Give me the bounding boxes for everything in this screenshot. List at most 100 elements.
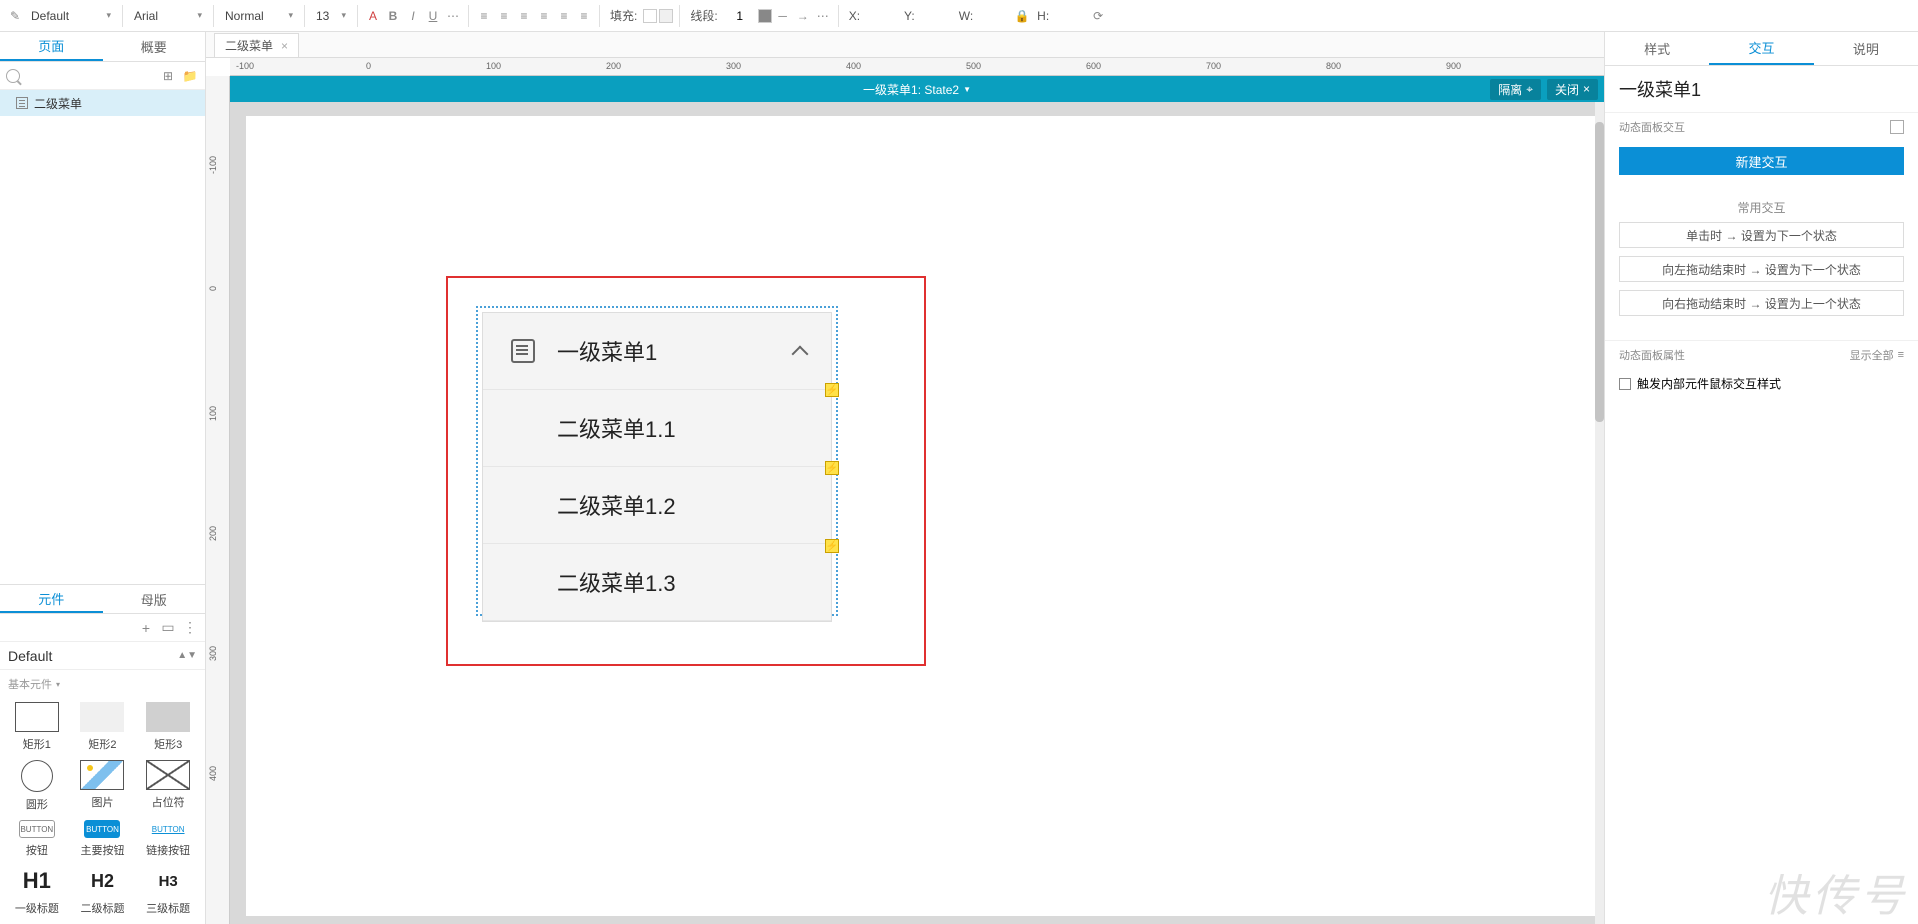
menu-item-level2[interactable]: 二级菜单1.2 <box>483 467 831 544</box>
widget-button[interactable]: BUTTON按钮 <box>4 820 70 858</box>
library-name: Default <box>8 648 52 664</box>
dynamic-panel-outline[interactable]: 一级菜单1 二级菜单1.1 二级菜单1.2 二级菜单1.3 ⚡ ⚡ ⚡ <box>476 306 838 616</box>
font-size-dropdown[interactable]: 13▾ <box>311 6 351 26</box>
more-text-icon[interactable]: ⋯ <box>444 7 462 25</box>
widget-h2[interactable]: H2二级标题 <box>70 866 136 916</box>
stroke-style-icon[interactable]: ─ <box>774 7 792 25</box>
library-menu-icon[interactable]: ⋮ <box>181 619 199 637</box>
font-color-icon[interactable]: A <box>364 7 382 25</box>
tab-outline[interactable]: 概要 <box>103 32 206 61</box>
style-preset-dropdown[interactable]: Default▾ <box>26 6 116 26</box>
widget-search-row: + ▭ ⋮ <box>0 614 205 642</box>
prop-label: 触发内部元件鼠标交互样式 <box>1637 375 1781 392</box>
search-icon[interactable] <box>6 69 20 83</box>
prop-trigger-mouse-styles[interactable]: 触发内部元件鼠标交互样式 <box>1605 369 1918 398</box>
stroke-color-swatch[interactable] <box>758 9 772 23</box>
isolate-button[interactable]: 隔离 ⌖ <box>1490 79 1541 100</box>
canvas-scrollbar[interactable] <box>1595 102 1604 924</box>
section-dp-interactions: 动态面板交互 <box>1605 112 1918 141</box>
tab-widgets[interactable]: 元件 <box>0 585 103 613</box>
eyedropper-icon[interactable]: ✎ <box>6 7 24 25</box>
y-input[interactable] <box>921 9 953 23</box>
chevron-up-icon[interactable] <box>791 343 807 359</box>
widget-h1[interactable]: H1一级标题 <box>4 866 70 916</box>
widget-image[interactable]: 图片 <box>70 760 136 812</box>
widget-grid: 矩形1 矩形2 矩形3 圆形 图片 占位符 BUTTON按钮 BUTTON主要按… <box>0 694 205 924</box>
rotate-icon[interactable]: ⟳ <box>1089 7 1107 25</box>
interaction-badge-icon[interactable]: ⚡ <box>825 383 839 397</box>
h-label: H: <box>1037 9 1049 23</box>
widget-rect1[interactable]: 矩形1 <box>4 702 70 752</box>
y-label: Y: <box>904 9 915 23</box>
library-selector[interactable]: Default ▲▼ <box>0 642 205 670</box>
close-state-button[interactable]: 关闭 × <box>1547 79 1598 100</box>
arrow-style-icon[interactable]: → <box>794 7 812 25</box>
valign-top-icon[interactable]: ≡ <box>535 7 553 25</box>
target-icon: ⌖ <box>1526 82 1533 97</box>
h-input[interactable] <box>1055 9 1087 23</box>
selection-name: 一级菜单1 <box>1605 66 1918 112</box>
menu-item-level1[interactable]: 一级菜单1 <box>483 313 831 390</box>
format-toolbar: ✎ Default▾ Arial▾ Normal▾ 13▾ A B I U ⋯ … <box>0 0 1918 32</box>
widget-rect3[interactable]: 矩形3 <box>135 702 201 752</box>
widget-rect2[interactable]: 矩形2 <box>70 702 136 752</box>
align-right-icon[interactable]: ≡ <box>515 7 533 25</box>
align-left-icon[interactable]: ≡ <box>475 7 493 25</box>
valign-bottom-icon[interactable]: ≡ <box>575 7 593 25</box>
widget-placeholder[interactable]: 占位符 <box>135 760 201 812</box>
interaction-badge-icon[interactable]: ⚡ <box>825 461 839 475</box>
scrollbar-thumb[interactable] <box>1595 122 1604 422</box>
canvas-stage[interactable]: 一级菜单1: State2▼ 隔离 ⌖ 关闭 × 一级菜单1 二级菜单1.1 <box>230 76 1604 924</box>
more-stroke-icon[interactable]: ⋯ <box>814 7 832 25</box>
widget-circle[interactable]: 圆形 <box>4 760 70 812</box>
state-edit-banner: 一级菜单1: State2▼ 隔离 ⌖ 关闭 × <box>230 76 1604 102</box>
fill-opacity-swatch[interactable] <box>659 9 673 23</box>
common-interaction-item[interactable]: 向左拖动结束时 → 设置为下一个状态 <box>1619 256 1904 282</box>
common-interaction-item[interactable]: 单击时 → 设置为下一个状态 <box>1619 222 1904 248</box>
new-interaction-button[interactable]: 新建交互 <box>1619 147 1904 175</box>
canvas-area: 二级菜单 × -100 0 100 200 300 400 500 600 70… <box>206 32 1604 924</box>
ruler-vertical: -100 0 100 200 300 400 <box>206 76 230 924</box>
document-tab[interactable]: 二级菜单 × <box>214 33 299 57</box>
menu-item-level2[interactable]: 二级菜单1.3 <box>483 544 831 621</box>
x-input[interactable] <box>866 9 898 23</box>
common-interactions-label: 常用交互 <box>1605 199 1918 216</box>
widget-primary-button[interactable]: BUTTON主要按钮 <box>70 820 136 858</box>
menu-item-level2[interactable]: 二级菜单1.1 <box>483 390 831 467</box>
add-interaction-icon[interactable] <box>1890 120 1904 134</box>
add-folder-icon[interactable]: 📁 <box>181 67 199 85</box>
tab-masters[interactable]: 母版 <box>103 585 206 613</box>
align-center-icon[interactable]: ≡ <box>495 7 513 25</box>
tab-notes[interactable]: 说明 <box>1814 32 1918 65</box>
close-tab-icon[interactable]: × <box>281 39 288 53</box>
fill-color-swatch[interactable] <box>643 9 657 23</box>
add-library-icon[interactable]: + <box>137 619 155 637</box>
widget-h3[interactable]: H3三级标题 <box>135 866 201 916</box>
pages-outline-tabs: 页面 概要 <box>0 32 205 62</box>
underline-icon[interactable]: U <box>424 7 442 25</box>
w-input[interactable] <box>979 9 1011 23</box>
widget-section-basic[interactable]: 基本元件▾ <box>0 670 205 694</box>
font-family-dropdown[interactable]: Arial▾ <box>129 6 207 26</box>
page-tree-item[interactable]: 二级菜单 <box>0 90 205 116</box>
add-page-icon[interactable]: ⊞ <box>159 67 177 85</box>
show-all-toggle[interactable]: 显示全部 ≡ <box>1850 347 1904 363</box>
library-options-icon[interactable]: ▭ <box>159 619 177 637</box>
common-interaction-item[interactable]: 向右拖动结束时 → 设置为上一个状态 <box>1619 290 1904 316</box>
interaction-badge-icon[interactable]: ⚡ <box>825 539 839 553</box>
widget-link-button[interactable]: BUTTON链接按钮 <box>135 820 201 858</box>
valign-middle-icon[interactable]: ≡ <box>555 7 573 25</box>
tab-style[interactable]: 样式 <box>1605 32 1709 65</box>
bold-icon[interactable]: B <box>384 7 402 25</box>
italic-icon[interactable]: I <box>404 7 422 25</box>
checkbox[interactable] <box>1619 378 1631 390</box>
tab-pages[interactable]: 页面 <box>0 32 103 61</box>
lock-aspect-icon[interactable]: 🔒 <box>1013 7 1031 25</box>
paragraph-style-dropdown[interactable]: Normal▾ <box>220 6 298 26</box>
selection-box[interactable]: 一级菜单1 二级菜单1.1 二级菜单1.2 二级菜单1.3 ⚡ ⚡ ⚡ <box>446 276 926 666</box>
tab-interactions[interactable]: 交互 <box>1709 32 1813 65</box>
menu-widget[interactable]: 一级菜单1 二级菜单1.1 二级菜单1.2 二级菜单1.3 ⚡ ⚡ ⚡ <box>482 312 832 622</box>
stroke-width-input[interactable] <box>724 9 756 23</box>
state-dropdown-icon[interactable]: ▼ <box>963 85 971 94</box>
canvas-page[interactable]: 一级菜单1 二级菜单1.1 二级菜单1.2 二级菜单1.3 ⚡ ⚡ ⚡ <box>246 116 1596 916</box>
